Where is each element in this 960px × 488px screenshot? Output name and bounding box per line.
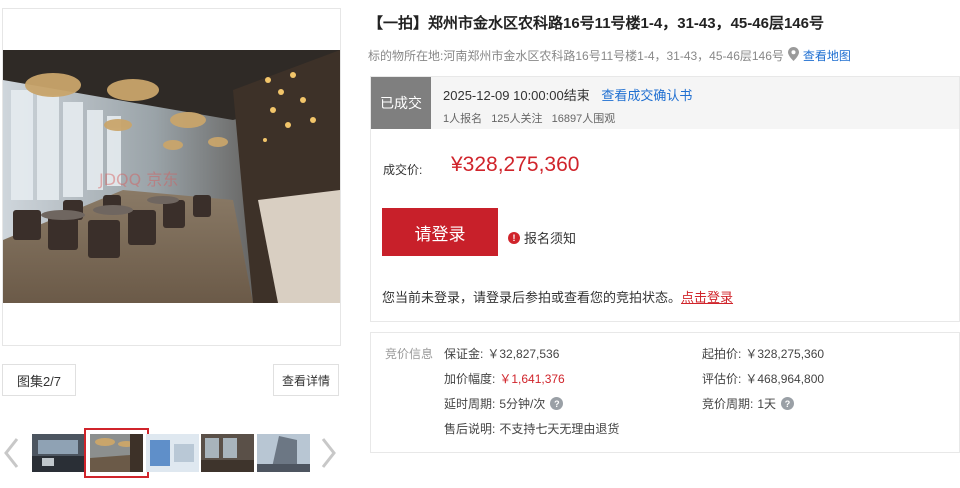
restaurant-photo: JDQQ 京东 [3,50,340,303]
start-price-value: ￥328,275,360 [745,347,825,361]
deposit-label: 保证金: [444,347,484,361]
deposit-value: ￥32,827,536 [487,347,560,361]
prev-arrow-icon[interactable] [2,436,22,470]
view-map-link[interactable]: 查看地图 [803,47,851,64]
thumbnail[interactable] [201,434,254,472]
registration-notice-link[interactable]: ! 报名须知 [508,228,576,247]
photo-watermark: JDQQ 京东 [98,170,178,189]
end-time-row: 2025-12-09 10:00:00结束 查看成交确认书 [443,85,692,104]
thumbnail[interactable] [32,434,85,472]
help-icon[interactable]: ? [781,397,795,410]
extension-value: 5分钟/次 [499,397,546,411]
cycle-value: 1天 [757,397,777,411]
login-tip: 您当前未登录，请登录后参拍或查看您的竞拍状态。点击登录 [382,287,733,306]
help-icon[interactable]: ? [550,397,564,410]
status-badge: 已成交 [371,77,431,129]
deal-price-label: 成交价: [383,163,423,177]
listing-title: 【一拍】郑州市金水区农科路16号11号楼1-4，31-43，45-46层146号 [368,15,824,32]
click-login-link[interactable]: 点击登录 [681,290,733,305]
auction-stats: 1人报名 125人关注 16897人围观 [443,110,621,126]
location-row: 标的物所在地: 河南郑州市金水区农科路16号11号楼1-4，31-43，45-4… [368,47,851,64]
thumbnail-strip [0,426,343,480]
aftersale-row: 售后说明: 不支持七天无理由退货 [444,420,619,437]
bidding-info-title: 竞价信息 [385,347,434,361]
thumbnail-active[interactable] [84,428,149,478]
appraisal-label: 评估价: [702,372,742,386]
location-value: 河南郑州市金水区农科路16号11号楼1-4，31-43，45-46层146号 [443,49,784,63]
deal-price: ¥328,275,360 [451,153,580,176]
main-photo-frame: JDQQ 京东 [2,8,341,346]
auction-status-panel: 已成交 2025-12-09 10:00:00结束 查看成交确认书 1人报名 1… [370,76,960,322]
main-photo[interactable]: JDQQ 京东 [3,50,340,303]
extension-row: 延时周期: 5分钟/次 ? [444,395,564,412]
thumbnail[interactable] [146,434,199,472]
aftersale-label: 售后说明: [444,422,496,436]
confirmation-link[interactable]: 查看成交确认书 [601,88,692,103]
appraisal-value: ￥468,964,800 [745,372,825,386]
increment-value: ￥1,641,376 [499,372,565,386]
next-arrow-icon[interactable] [318,436,338,470]
increment-label: 加价幅度: [444,372,496,386]
status-header: 已成交 2025-12-09 10:00:00结束 查看成交确认书 1人报名 1… [371,77,959,129]
thumbnail[interactable] [257,434,310,472]
deposit-row: 保证金: ￥32,827,536 [444,345,559,362]
follower-count: 125人关注 [491,113,543,125]
login-button[interactable]: 请登录 [382,208,498,256]
registration-notice-label: 报名须知 [524,231,577,246]
start-price-label: 起拍价: [702,347,742,361]
increment-row: 加价幅度: ￥1,641,376 [444,370,565,387]
start-price-row: 起拍价: ￥328,275,360 [702,345,824,362]
extension-label: 延时周期: [444,397,496,411]
aftersale-value: 不支持七天无理由退货 [499,422,620,436]
cycle-label: 竞价周期: [702,397,754,411]
end-time: 2025-12-09 10:00:00结束 [443,88,590,103]
map-pin-icon [787,47,799,64]
view-details-button[interactable]: 查看详情 [273,364,339,396]
viewer-count: 16897人围观 [551,113,616,125]
location-label: 标的物所在地: [368,49,444,63]
gallery-counter: 图集2/7 [2,364,76,396]
login-tip-text: 您当前未登录，请登录后参拍或查看您的竞拍状态。 [382,290,682,305]
bidding-info-panel: 竞价信息 保证金: ￥32,827,536 加价幅度: ￥1,641,376 延… [370,332,960,453]
alert-icon: ! [508,231,520,244]
appraisal-row: 评估价: ￥468,964,800 [702,370,824,387]
signup-count: 1人报名 [443,113,483,125]
cycle-row: 竞价周期: 1天 ? [702,395,795,412]
